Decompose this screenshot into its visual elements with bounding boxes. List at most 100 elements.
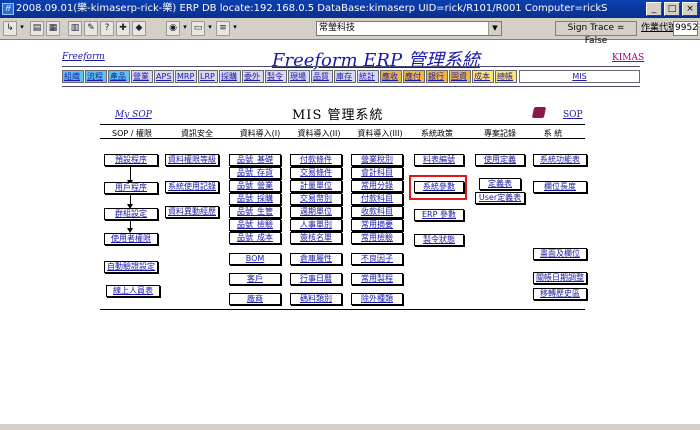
maximize-button[interactable]: □: [664, 2, 680, 16]
my-sop-link[interactable]: My SOP: [115, 110, 152, 120]
book-icon[interactable]: [531, 107, 547, 118]
tools-icon[interactable]: ✎: [84, 21, 98, 36]
mis-button[interactable]: 資料異動經歷: [165, 206, 219, 218]
mis-button[interactable]: 常用分錄: [351, 180, 403, 192]
tag-icon[interactable]: ◆: [132, 21, 146, 36]
nav-item[interactable]: 組織: [62, 70, 84, 83]
mis-button[interactable]: BOM: [229, 253, 281, 265]
dropdown-arrow-icon[interactable]: ▾: [181, 21, 189, 36]
mis-button[interactable]: 品號_檢驗: [229, 219, 281, 231]
operator-code-field[interactable]: 9952: [673, 21, 698, 36]
mis-button[interactable]: 品號_基礎: [229, 154, 281, 166]
mis-button[interactable]: 定義表: [479, 178, 521, 190]
mis-button[interactable]: 碼料類別: [290, 293, 342, 305]
mis-button[interactable]: 欄位長度: [533, 181, 587, 193]
list-icon[interactable]: ≡: [216, 21, 230, 36]
mis-button[interactable]: 付款科目: [351, 193, 403, 205]
mis-button[interactable]: 品號_營業: [229, 180, 281, 192]
help-icon[interactable]: ?: [100, 21, 114, 36]
mis-button[interactable]: 資料權限等級: [165, 154, 219, 166]
dropdown-arrow-icon[interactable]: ▾: [18, 21, 26, 36]
mis-button[interactable]: 交易幣別: [290, 193, 342, 205]
close-button[interactable]: ×: [682, 2, 698, 16]
mis-button[interactable]: 倉庫屬性: [290, 253, 342, 265]
mis-button[interactable]: 關帳日期調整: [533, 272, 587, 284]
mis-button[interactable]: 常用檢驗: [351, 232, 403, 244]
window-icon[interactable]: ▭: [191, 21, 205, 36]
minimize-button[interactable]: _: [646, 2, 662, 16]
mis-button[interactable]: 製令狀態: [414, 234, 464, 246]
nav-item[interactable]: 成本: [472, 70, 494, 83]
nav-item[interactable]: 固資: [449, 70, 471, 83]
column-header: 資訊安全: [181, 129, 213, 138]
mis-button[interactable]: User定義表: [475, 192, 525, 204]
nav-item[interactable]: 銀行: [426, 70, 448, 83]
company-select[interactable]: 常瑩科技 ▼: [316, 21, 502, 36]
mis-button[interactable]: 簽核名單: [290, 232, 342, 244]
nav-item[interactable]: LRP: [198, 70, 218, 83]
nav-item[interactable]: 應付: [403, 70, 425, 83]
mis-button[interactable]: 品號_採購: [229, 193, 281, 205]
mis-link[interactable]: MIS: [572, 72, 586, 81]
mis-button[interactable]: 群組設定: [104, 208, 158, 220]
mis-button[interactable]: 不良因子: [351, 253, 403, 265]
mis-button[interactable]: 行事日曆: [290, 273, 342, 285]
mis-button[interactable]: 週期單位: [290, 206, 342, 218]
mis-button[interactable]: 計量單位: [290, 180, 342, 192]
mis-button[interactable]: 人事單別: [290, 219, 342, 231]
nav-item[interactable]: MRP: [175, 70, 197, 83]
mis-button[interactable]: 會計科目: [351, 167, 403, 179]
mis-button[interactable]: 用戶程序: [104, 182, 158, 194]
nav-item[interactable]: 庫存: [334, 70, 356, 83]
mis-button[interactable]: 客戶: [229, 273, 281, 285]
mis-button[interactable]: 料表編號: [414, 154, 464, 166]
nav-item[interactable]: 採購: [219, 70, 241, 83]
mis-button[interactable]: 自動驗證設定: [104, 261, 158, 273]
mis-button[interactable]: 營業稅別: [351, 154, 403, 166]
mis-button[interactable]: 使用者權限: [104, 233, 158, 245]
mis-title: MIS 管理系統: [292, 108, 384, 123]
mis-button[interactable]: 收款科目: [351, 206, 403, 218]
document-icon[interactable]: ▤: [30, 21, 44, 36]
database-icon[interactable]: ◉: [166, 21, 180, 36]
mis-button[interactable]: 交易條件: [290, 167, 342, 179]
dropdown-arrow-icon[interactable]: ▾: [231, 21, 239, 36]
sop-link[interactable]: SOP: [563, 110, 583, 120]
nav-item[interactable]: 現場: [288, 70, 310, 83]
mis-button[interactable]: 常用摘要: [351, 219, 403, 231]
chevron-down-icon[interactable]: ▼: [488, 22, 501, 35]
nav-item[interactable]: 總帳: [495, 70, 517, 83]
mis-button[interactable]: ERP 參數: [414, 209, 464, 221]
mis-button[interactable]: 預設程序: [104, 154, 158, 166]
nav-item[interactable]: 流程: [85, 70, 107, 83]
mis-button[interactable]: 除外種類: [351, 293, 403, 305]
run-icon[interactable]: ↳: [3, 21, 17, 36]
mis-button[interactable]: 品號_成本: [229, 232, 281, 244]
nav-item[interactable]: 應收: [380, 70, 402, 83]
nav-item[interactable]: 委外: [242, 70, 264, 83]
mis-button[interactable]: 付款條件: [290, 154, 342, 166]
mis-button[interactable]: 移轉歷史區: [533, 288, 587, 300]
brand-link[interactable]: Freeform: [62, 52, 105, 62]
nav-item[interactable]: APS: [154, 70, 174, 83]
mis-button[interactable]: 系統使用記錄: [165, 181, 219, 193]
nav-item[interactable]: 營業: [131, 70, 153, 83]
dropdown-arrow-icon[interactable]: ▾: [206, 21, 214, 36]
grid-icon[interactable]: ▥: [68, 21, 82, 36]
mis-button[interactable]: 線上人員表: [106, 285, 160, 297]
nav-item[interactable]: 產品: [108, 70, 130, 83]
nav-item[interactable]: 製令: [265, 70, 287, 83]
mis-button[interactable]: 使用定義: [475, 154, 525, 166]
nav-item[interactable]: 品質: [311, 70, 333, 83]
nav-item[interactable]: 統計: [357, 70, 379, 83]
kimas-link[interactable]: KIMAS: [612, 53, 644, 63]
print-preview-icon[interactable]: ▦: [46, 21, 60, 36]
mis-button[interactable]: 品號_存貨: [229, 167, 281, 179]
mis-button[interactable]: 品號_生管: [229, 206, 281, 218]
mis-button[interactable]: 常用製程: [351, 273, 403, 285]
mis-button[interactable]: 系統功能表: [533, 154, 587, 166]
mis-button[interactable]: 廠商: [229, 293, 281, 305]
color-icon[interactable]: ✚: [116, 21, 130, 36]
sign-trace-button[interactable]: Sign Trace = False: [555, 21, 637, 46]
mis-button[interactable]: 畫面及欄位: [533, 248, 587, 260]
